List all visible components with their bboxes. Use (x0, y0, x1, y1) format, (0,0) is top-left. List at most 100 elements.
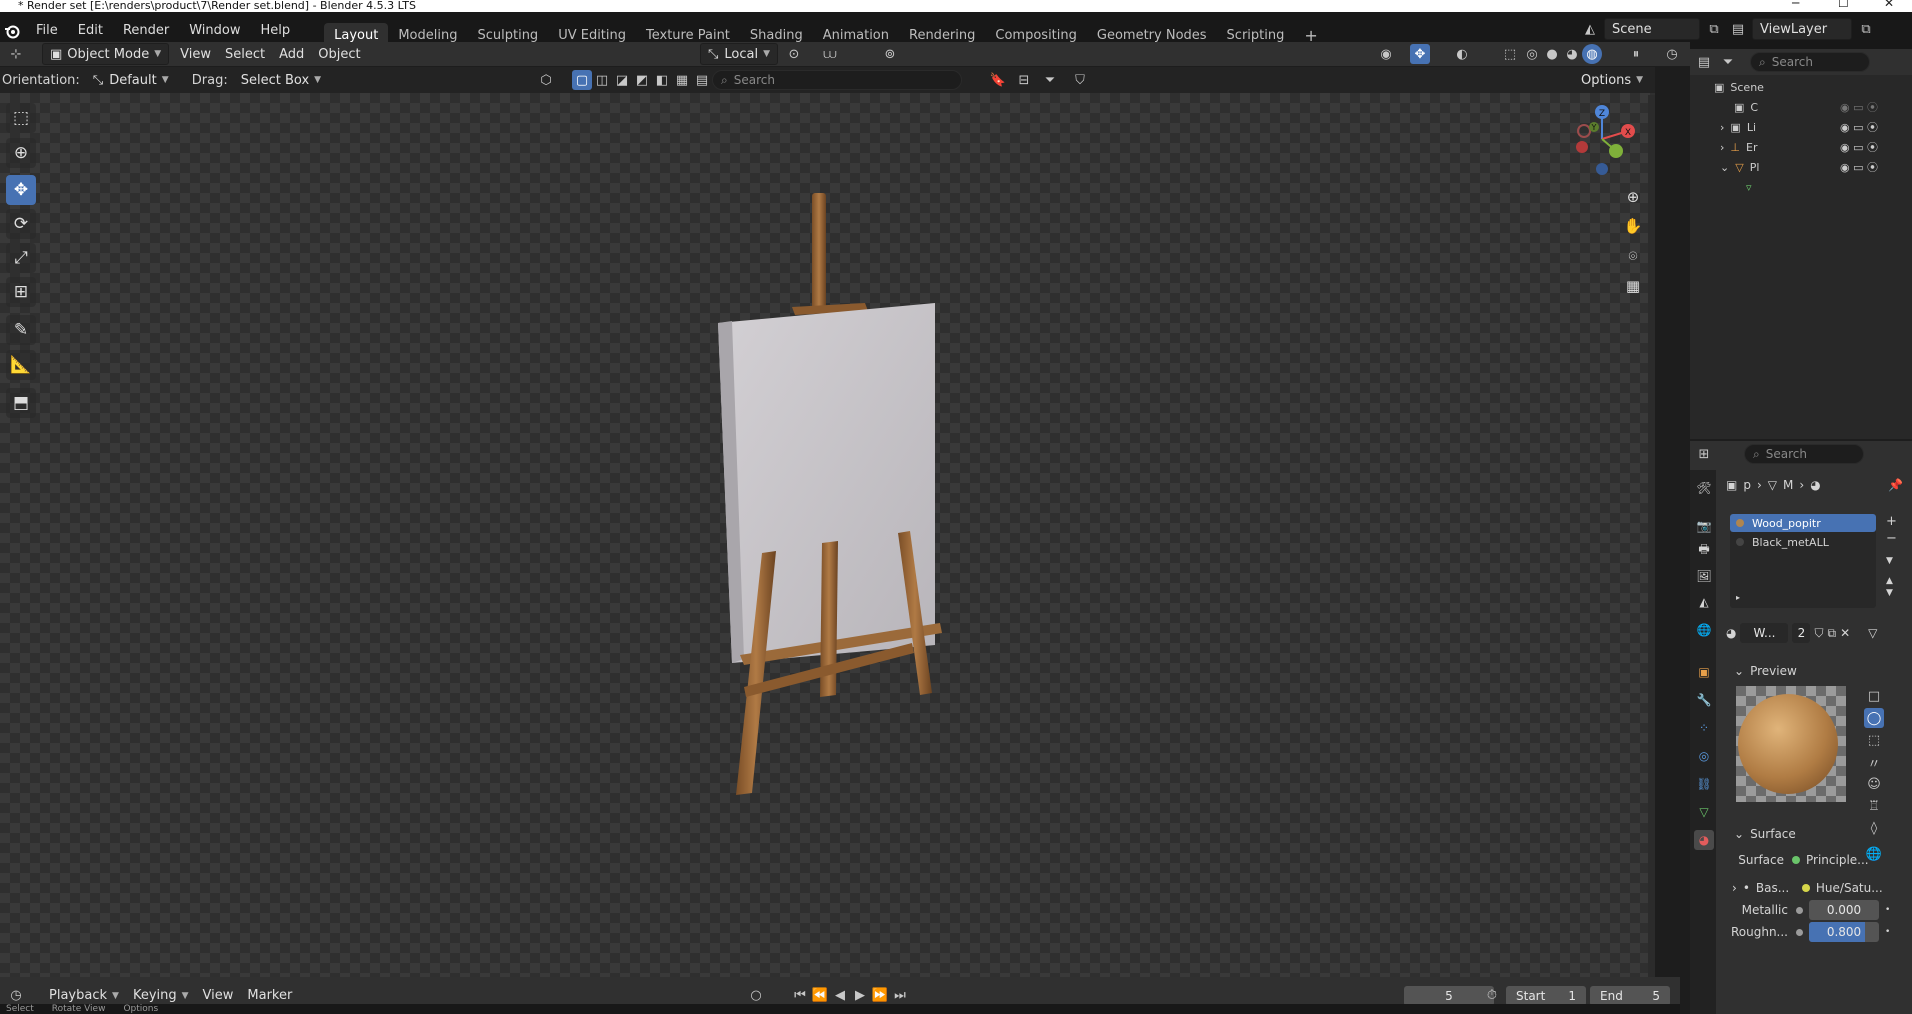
outliner-row[interactable]: ⌄ ▽ Pl ◉ ▭ ⦿ (1690, 157, 1912, 177)
new-view-layer-icon[interactable]: ⧉ (1856, 19, 1876, 39)
visibility-icon[interactable]: ◉ ▭ ⦿ (1840, 119, 1878, 135)
xray-icon[interactable]: ⬚ (1500, 44, 1520, 64)
visibility-icon[interactable]: ◉ ▭ ⦿ (1840, 139, 1878, 155)
display-mode-icon[interactable]: ▤ (1694, 52, 1714, 72)
rotate-tool[interactable]: ⟳ (6, 209, 36, 239)
keyframe-dot-icon[interactable]: • (1885, 927, 1890, 937)
material-name-field[interactable]: W... (1740, 623, 1789, 643)
expand-icon[interactable]: › (1732, 881, 1737, 895)
measure-tool[interactable]: 📐 (6, 350, 36, 380)
zoom-view-button[interactable]: ⊕ (1620, 184, 1646, 210)
visibility-icon[interactable]: ◉ ▭ ⦿ (1840, 99, 1878, 115)
select-mode-intersect-icon[interactable]: ◧ (652, 70, 672, 90)
shield-icon[interactable]: ⛉ (1070, 70, 1090, 90)
tool-tab-icon[interactable]: 🛠 (1694, 478, 1714, 498)
expand-list-icon[interactable]: ▸ (1736, 593, 1740, 602)
particles-tab-icon[interactable]: ⁘ (1694, 718, 1714, 738)
menu-render[interactable]: Render (113, 23, 179, 38)
layout-icon[interactable]: ⊟ (1014, 70, 1034, 90)
scene-selector[interactable]: Scene (1604, 18, 1700, 40)
transform-space-selector[interactable]: ⤡ Local ▼ (700, 43, 779, 65)
move-down-icon[interactable]: ▼ (1886, 588, 1897, 598)
select-box-tool[interactable]: ⬚ (6, 103, 36, 133)
viewport-search-input[interactable]: ⌕ Search (712, 70, 962, 90)
filter-icon[interactable]: ⏷ (1040, 70, 1060, 90)
output-tab-icon[interactable]: 🖶 (1694, 540, 1714, 560)
pivot-icon[interactable]: ⊙ (784, 44, 804, 64)
select-mode-new-icon[interactable]: ▢ (572, 70, 592, 90)
scale-tool[interactable]: ⤢ (6, 243, 36, 273)
editor-type-timeline-icon[interactable]: ◷ (6, 986, 26, 1006)
outliner-row[interactable]: › ▣ Li ◉ ▭ ⦿ (1690, 117, 1912, 137)
chevron-down-icon[interactable]: ▼ (1886, 556, 1897, 566)
outliner-scene-row[interactable]: ▣ Scene (1690, 77, 1912, 97)
remove-slot-icon[interactable]: − (1886, 531, 1897, 546)
preview-flat-icon[interactable]: □ (1864, 686, 1884, 706)
preview-cube-icon[interactable]: ⬚ (1864, 730, 1884, 750)
outliner-search-input[interactable]: ⌕ Search (1750, 52, 1870, 72)
world-tab-icon[interactable]: 🌐 (1694, 620, 1714, 640)
menu-file[interactable]: File (26, 23, 68, 38)
menu-edit[interactable]: Edit (68, 23, 113, 38)
object-tab-icon[interactable]: ▣ (1694, 662, 1714, 682)
start-frame-field[interactable]: Start 1 (1506, 985, 1586, 1006)
menu-view[interactable]: View (173, 43, 218, 65)
pan-view-button[interactable]: ✋ (1620, 213, 1646, 239)
outliner-mesh-data-row[interactable]: ▿ (1690, 177, 1912, 197)
render-tab-icon[interactable]: 📷 (1694, 516, 1714, 536)
move-up-icon[interactable]: ▲ (1886, 576, 1897, 586)
jump-start-icon[interactable]: ⏮ (790, 986, 810, 1006)
surface-panel-header[interactable]: ⌄ Surface (1734, 827, 1796, 841)
material-slot-item[interactable]: Black_metALL (1730, 532, 1876, 552)
orientation-selector[interactable]: ⤡ Default ▼ (86, 69, 184, 91)
menu-select[interactable]: Select (218, 43, 272, 65)
viewport-sidebar-edge[interactable] (1648, 95, 1655, 979)
select-mode-invert-icon[interactable]: ◩ (632, 70, 652, 90)
constraints-tab-icon[interactable]: ⛓ (1694, 774, 1714, 794)
keyframe-dot-icon[interactable]: • (1885, 905, 1890, 915)
preview-panel-header[interactable]: ⌄ Preview (1734, 664, 1797, 678)
properties-search-input[interactable]: ⌕ Search (1744, 444, 1864, 464)
bookmark-icon[interactable]: 🔖 (988, 70, 1008, 90)
close-button[interactable]: ✕ (1884, 0, 1894, 9)
editor-type-icon[interactable]: ⊹ (6, 44, 26, 64)
add-slot-icon[interactable]: + (1886, 514, 1897, 529)
viewport-3d[interactable]: ⬚ ⊕ ✥ ⟳ ⤢ ⊞ ✎ 📐 ⬒ Z X Y ⊕ ✋ ⌾ ▦ (0, 93, 1655, 979)
navigation-gizmo[interactable]: Z X Y (1562, 103, 1642, 175)
new-scene-icon[interactable]: ⧉ (1704, 19, 1724, 39)
minimize-button[interactable]: ─ (1792, 0, 1799, 9)
solid-shading-icon[interactable]: ● (1542, 44, 1562, 64)
select-mode-subtract-icon[interactable]: ◪ (612, 70, 632, 90)
proportional-edit-icon[interactable]: ⊚ (880, 44, 900, 64)
material-shading-icon[interactable]: ◕ (1562, 44, 1582, 64)
outliner-row[interactable]: ▣ C ◉ ▭ ⦿ (1690, 97, 1912, 117)
transform-tool[interactable]: ⊞ (6, 277, 36, 307)
metallic-slider[interactable]: 0.000 (1809, 900, 1879, 920)
end-frame-field[interactable]: End 5 (1590, 985, 1670, 1006)
unlink-icon[interactable]: ✕ (1840, 626, 1850, 640)
wireframe-shading-icon[interactable]: ◎ (1522, 44, 1542, 64)
duplicate-icon[interactable]: ⧉ (1828, 626, 1837, 641)
ortho-toggle-button[interactable]: ▦ (1620, 273, 1646, 299)
outliner-row[interactable]: › ⊥ Er ◉ ▭ ⦿ (1690, 137, 1912, 157)
current-frame-field[interactable]: 5 (1404, 985, 1494, 1006)
pause-icon[interactable]: ⏸ (1626, 44, 1646, 64)
menu-window[interactable]: Window (179, 23, 250, 38)
snap-icon[interactable]: ⩊ (820, 44, 840, 64)
play-reverse-icon[interactable]: ◀ (830, 986, 850, 1006)
view-layer-selector[interactable]: ViewLayer (1752, 18, 1852, 40)
play-icon[interactable]: ▶ (850, 986, 870, 1006)
visibility-icon[interactable]: ◉ ▭ ⦿ (1840, 159, 1878, 175)
preview-fluid-icon[interactable]: ◊ (1864, 818, 1884, 838)
record-icon[interactable]: ○ (746, 986, 766, 1006)
expand-icon[interactable]: ⌄ (1720, 161, 1729, 174)
filter-icon[interactable]: ⏷ (1718, 52, 1738, 72)
expand-icon[interactable]: › (1720, 121, 1724, 134)
material-browse-icon[interactable]: ◕ (1726, 626, 1736, 640)
stopwatch-icon[interactable]: ⏱ (1482, 986, 1502, 1006)
select-mode-other-icon[interactable]: ▦ (672, 70, 692, 90)
camera-view-button[interactable]: ⌾ (1620, 243, 1646, 269)
select-mode-list-icon[interactable]: ▤ (692, 70, 712, 90)
jump-end-icon[interactable]: ⏭ (890, 986, 910, 1006)
material-slot-list[interactable]: Wood_popitr Black_metALL ▸ (1730, 514, 1876, 608)
